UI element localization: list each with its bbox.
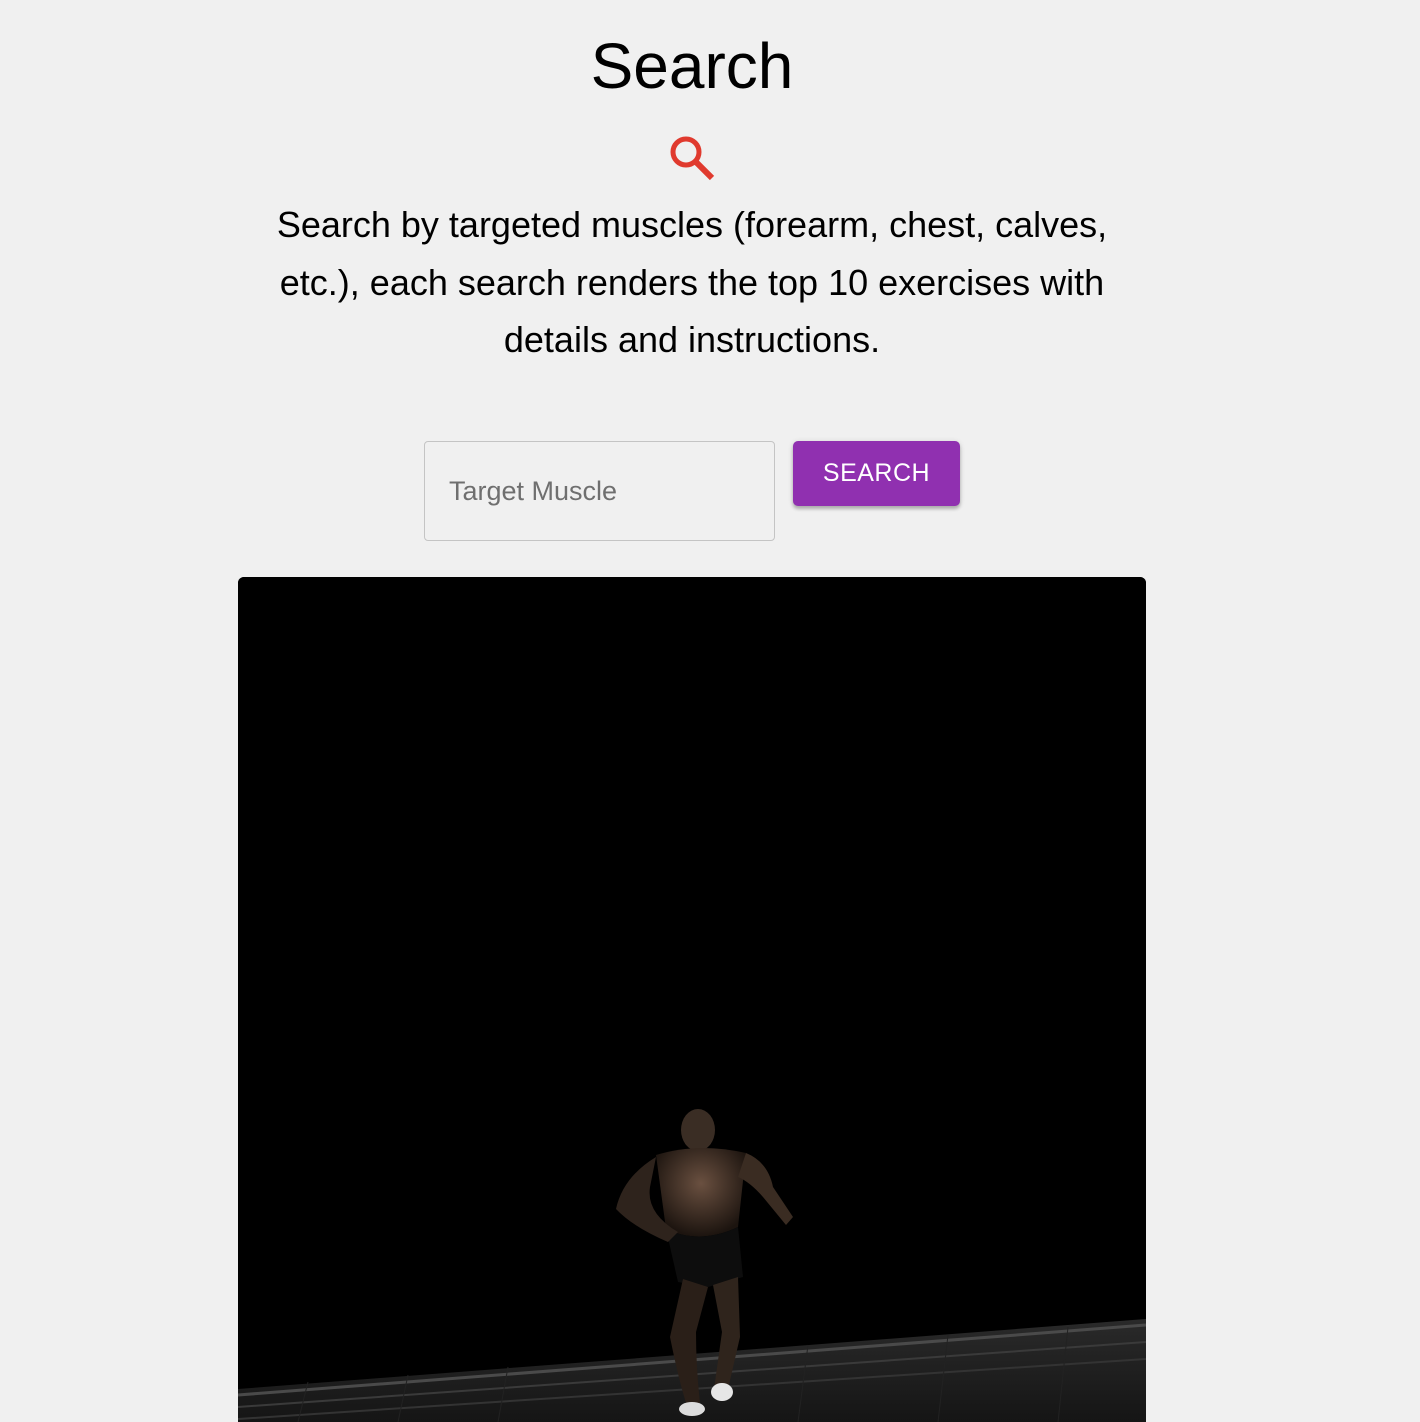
search-button[interactable]: SEARCH (793, 441, 960, 506)
target-muscle-input[interactable] (424, 441, 775, 541)
search-description: Search by targeted muscles (forearm, che… (276, 204, 1108, 360)
page-title: Search (590, 30, 794, 102)
hero-image (238, 577, 1146, 1422)
search-page: Search Search by targeted muscles (forea… (0, 0, 1420, 1422)
search-icon (666, 132, 718, 184)
